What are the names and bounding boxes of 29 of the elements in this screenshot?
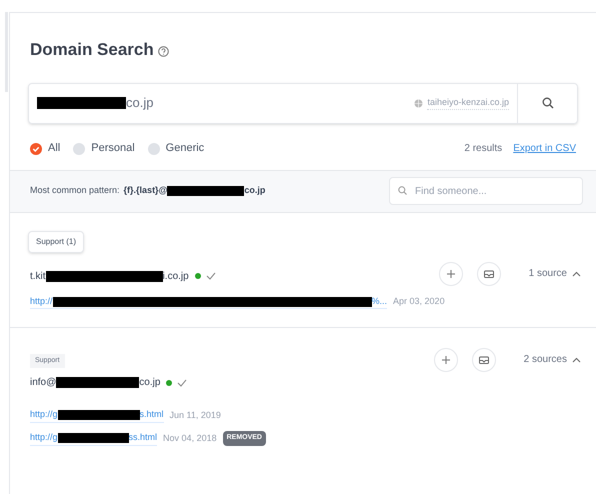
source-date: Apr 03, 2020 — [393, 295, 445, 308]
pattern-label: Most common pattern: — [30, 184, 120, 198]
help-icon — [158, 46, 169, 58]
add-button[interactable] — [434, 348, 458, 372]
search-icon — [398, 186, 407, 195]
export-link[interactable]: Export in CSV — [513, 141, 576, 156]
check-icon — [177, 378, 188, 386]
source-date: Nov 04, 2018 — [163, 432, 217, 445]
source-date: Jun 11, 2019 — [170, 408, 221, 422]
redaction-bar — [58, 433, 129, 443]
find-field[interactable]: Find someone... — [389, 177, 583, 205]
filter-option[interactable]: Generic — [148, 140, 204, 157]
check-icon — [206, 272, 216, 280]
email-text: i.co.jp — [162, 270, 189, 284]
page-title: Domain Search — [30, 39, 154, 61]
email-text: info@ — [30, 376, 56, 390]
pattern-text: {f}.{last}@ — [124, 184, 168, 198]
department-filter[interactable]: Support (1) — [28, 230, 84, 252]
email-text: co.jp — [139, 376, 160, 390]
email-button[interactable] — [472, 348, 496, 372]
results-count: 2 results — [464, 142, 502, 156]
add-button[interactable] — [438, 262, 463, 286]
filter-option[interactable]: All — [30, 140, 60, 157]
email-text: t.kit — [30, 270, 46, 284]
pattern-text: co.jp — [244, 184, 266, 198]
filter-option[interactable]: Personal — [73, 140, 135, 157]
email-button[interactable] — [476, 262, 501, 286]
sources-toggle[interactable]: 1 source — [528, 266, 581, 281]
sources-toggle[interactable]: 2 sources — [524, 352, 581, 367]
